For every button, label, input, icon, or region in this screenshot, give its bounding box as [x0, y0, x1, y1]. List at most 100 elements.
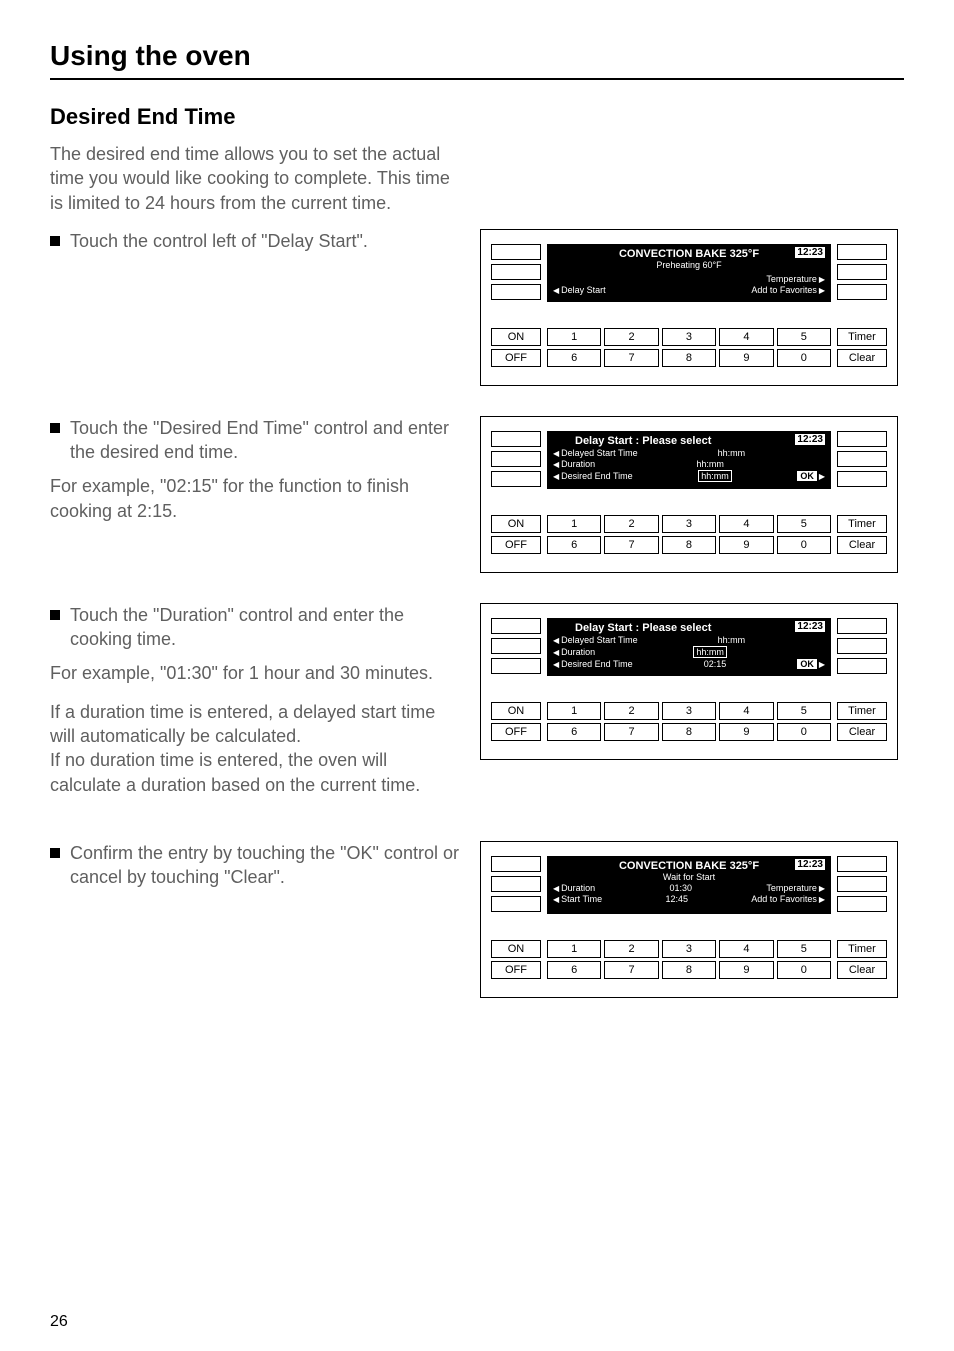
- left-slot[interactable]: [491, 876, 541, 892]
- panel-1: 12:23 CONVECTION BAKE 325°F Preheating 6…: [480, 229, 898, 386]
- key-9[interactable]: 9: [719, 536, 773, 554]
- right-slot[interactable]: [837, 856, 887, 872]
- key-3[interactable]: 3: [662, 702, 716, 720]
- key-4[interactable]: 4: [719, 515, 773, 533]
- display-screen: 12:23 CONVECTION BAKE 325°F Preheating 6…: [547, 244, 831, 302]
- key-6[interactable]: 6: [547, 536, 601, 554]
- key-1[interactable]: 1: [547, 940, 601, 958]
- right-slot[interactable]: [837, 471, 887, 487]
- key-7[interactable]: 7: [604, 536, 658, 554]
- key-8[interactable]: 8: [662, 536, 716, 554]
- right-slot[interactable]: [837, 896, 887, 912]
- key-2[interactable]: 2: [604, 515, 658, 533]
- clear-button[interactable]: Clear: [837, 723, 887, 741]
- clear-button[interactable]: Clear: [837, 536, 887, 554]
- key-3[interactable]: 3: [662, 940, 716, 958]
- key-9[interactable]: 9: [719, 349, 773, 367]
- key-7[interactable]: 7: [604, 961, 658, 979]
- timer-button[interactable]: Timer: [837, 702, 887, 720]
- key-2[interactable]: 2: [604, 940, 658, 958]
- key-5[interactable]: 5: [777, 328, 831, 346]
- right-slot[interactable]: [837, 244, 887, 260]
- left-slot[interactable]: [491, 471, 541, 487]
- key-4[interactable]: 4: [719, 702, 773, 720]
- key-4[interactable]: 4: [719, 328, 773, 346]
- key-8[interactable]: 8: [662, 723, 716, 741]
- key-7[interactable]: 7: [604, 349, 658, 367]
- key-0[interactable]: 0: [777, 349, 831, 367]
- key-6[interactable]: 6: [547, 349, 601, 367]
- off-button[interactable]: OFF: [491, 723, 541, 741]
- key-7[interactable]: 7: [604, 723, 658, 741]
- right-slot[interactable]: [837, 264, 887, 280]
- right-slot[interactable]: [837, 658, 887, 674]
- left-slot[interactable]: [491, 284, 541, 300]
- key-4[interactable]: 4: [719, 940, 773, 958]
- off-button[interactable]: OFF: [491, 961, 541, 979]
- key-9[interactable]: 9: [719, 961, 773, 979]
- duration-label: Duration: [553, 647, 595, 657]
- key-0[interactable]: 0: [777, 536, 831, 554]
- left-slot[interactable]: [491, 638, 541, 654]
- key-8[interactable]: 8: [662, 961, 716, 979]
- left-slot[interactable]: [491, 658, 541, 674]
- duration-value: hh:mm: [696, 459, 724, 469]
- right-slot[interactable]: [837, 638, 887, 654]
- key-5[interactable]: 5: [777, 940, 831, 958]
- key-1[interactable]: 1: [547, 328, 601, 346]
- square-bullet-icon: [50, 236, 60, 246]
- timer-button[interactable]: Timer: [837, 515, 887, 533]
- key-0[interactable]: 0: [777, 961, 831, 979]
- key-9[interactable]: 9: [719, 723, 773, 741]
- number-pad: 1 2 3 4 5 6 7 8 9 0: [547, 328, 831, 367]
- key-1[interactable]: 1: [547, 515, 601, 533]
- left-slot[interactable]: [491, 431, 541, 447]
- start-time-label: Start Time: [553, 894, 602, 904]
- display-screen: 12:23 Delay Start : Please select Delaye…: [547, 618, 831, 676]
- right-slot[interactable]: [837, 876, 887, 892]
- off-button[interactable]: OFF: [491, 536, 541, 554]
- left-slot[interactable]: [491, 264, 541, 280]
- key-3[interactable]: 3: [662, 515, 716, 533]
- add-favorites-option: Add to Favorites: [751, 285, 825, 295]
- left-slot[interactable]: [491, 451, 541, 467]
- bullet-4: Confirm the entry by touching the "OK" c…: [50, 841, 460, 890]
- key-1[interactable]: 1: [547, 702, 601, 720]
- off-button[interactable]: OFF: [491, 349, 541, 367]
- left-slot[interactable]: [491, 244, 541, 260]
- timer-button[interactable]: Timer: [837, 940, 887, 958]
- bullet-2-example: For example, "02:15" for the function to…: [50, 474, 460, 523]
- clear-button[interactable]: Clear: [837, 349, 887, 367]
- duration-label: Duration: [553, 459, 595, 469]
- number-pad: 1 2 3 4 5 6 7 8 9 0: [547, 515, 831, 554]
- key-3[interactable]: 3: [662, 328, 716, 346]
- delayed-start-label: Delayed Start Time: [553, 448, 638, 458]
- duration-value: hh:mm: [693, 646, 727, 658]
- right-slot[interactable]: [837, 451, 887, 467]
- right-slot[interactable]: [837, 431, 887, 447]
- left-slot[interactable]: [491, 896, 541, 912]
- left-slot[interactable]: [491, 856, 541, 872]
- on-button[interactable]: ON: [491, 515, 541, 533]
- right-slot[interactable]: [837, 618, 887, 634]
- key-2[interactable]: 2: [604, 702, 658, 720]
- key-0[interactable]: 0: [777, 723, 831, 741]
- delayed-start-value: hh:mm: [718, 635, 746, 645]
- panel-3: 12:23 Delay Start : Please select Delaye…: [480, 603, 898, 760]
- on-button[interactable]: ON: [491, 940, 541, 958]
- key-5[interactable]: 5: [777, 702, 831, 720]
- key-6[interactable]: 6: [547, 723, 601, 741]
- clear-button[interactable]: Clear: [837, 961, 887, 979]
- on-button[interactable]: ON: [491, 328, 541, 346]
- key-6[interactable]: 6: [547, 961, 601, 979]
- key-8[interactable]: 8: [662, 349, 716, 367]
- left-slot[interactable]: [491, 618, 541, 634]
- desired-end-label: Desired End Time: [553, 471, 633, 481]
- page-title: Using the oven: [50, 40, 904, 80]
- key-5[interactable]: 5: [777, 515, 831, 533]
- timer-button[interactable]: Timer: [837, 328, 887, 346]
- key-2[interactable]: 2: [604, 328, 658, 346]
- on-button[interactable]: ON: [491, 702, 541, 720]
- right-slot[interactable]: [837, 284, 887, 300]
- clock-time: 12:23: [795, 621, 825, 632]
